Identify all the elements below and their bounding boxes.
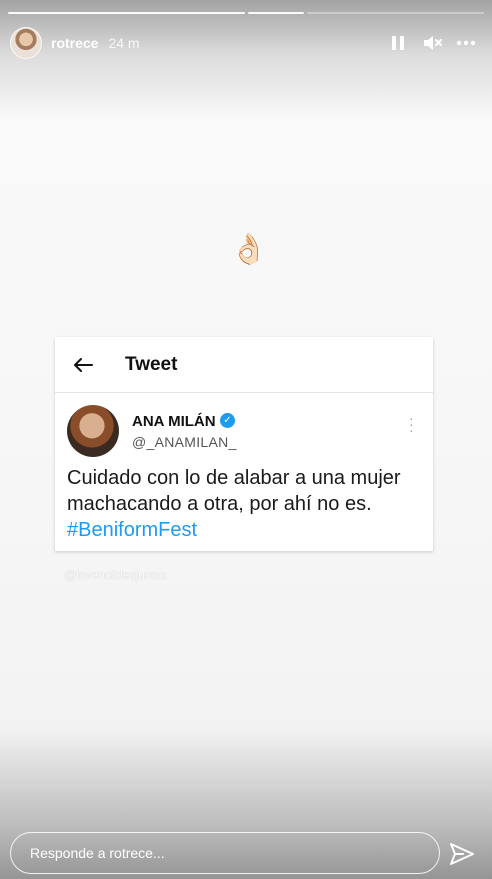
more-icon[interactable] — [452, 29, 480, 57]
send-icon[interactable] — [448, 840, 476, 868]
back-arrow-icon — [73, 354, 95, 376]
story-container: rotrece 24 m 👌🏻 Tweet ANA MILÁN ✓ @_ANAM… — [0, 0, 492, 879]
tweet-hashtag: #BeniformFest — [67, 519, 198, 541]
tweet-author-handle: @_ANAMILAN_ — [132, 434, 237, 450]
mute-icon[interactable] — [418, 29, 446, 57]
tweet-header: Tweet — [55, 337, 433, 393]
progress-segment — [8, 12, 245, 14]
progress-segment — [248, 12, 304, 14]
reply-input[interactable]: Responde a rotrece... — [10, 832, 440, 874]
tweet-text: Cuidado con lo de alabar a una mujer mac… — [67, 465, 427, 543]
ok-hand-emoji: 👌🏻 — [230, 233, 268, 266]
story-header: rotrece 24 m — [10, 27, 480, 59]
story-progress — [8, 12, 484, 14]
top-gradient — [0, 0, 492, 120]
watermark: @invenciblesjuntxs — [64, 568, 167, 582]
verified-icon: ✓ — [220, 413, 235, 428]
tweet-card: Tweet ANA MILÁN ✓ @_ANAMILAN_ · · · Cuidad… — [55, 337, 433, 551]
story-time: 24 m — [108, 35, 140, 51]
tweet-header-title: Tweet — [125, 353, 178, 375]
avatar[interactable] — [10, 27, 42, 59]
progress-segment — [307, 12, 484, 14]
tweet-body: Cuidado con lo de alabar a una mujer mac… — [67, 467, 401, 515]
tweet-author: ANA MILÁN ✓ @_ANAMILAN_ · · · — [55, 393, 433, 457]
more-vertical-icon: · · · — [409, 410, 414, 438]
pause-icon[interactable] — [384, 29, 412, 57]
story-username[interactable]: rotrece — [51, 35, 98, 51]
reply-placeholder: Responde a rotrece... — [30, 845, 165, 861]
tweet-author-avatar — [67, 405, 119, 457]
tweet-author-name: ANA MILÁN — [132, 413, 216, 430]
